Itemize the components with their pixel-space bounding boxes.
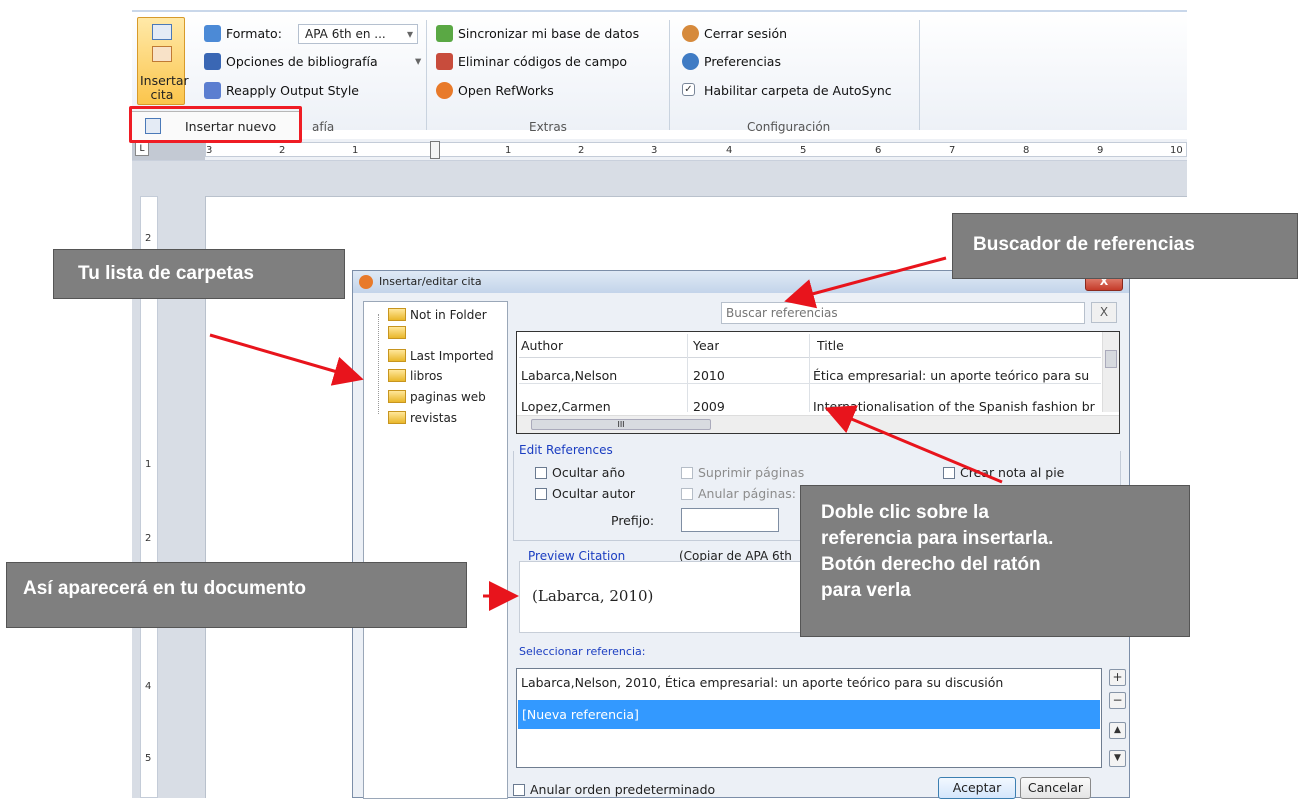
arrow-search: [784, 256, 947, 309]
arrow-folders: [209, 333, 364, 386]
annotation-arrows: [209, 256, 1003, 611]
arrow-table: [824, 405, 1003, 484]
